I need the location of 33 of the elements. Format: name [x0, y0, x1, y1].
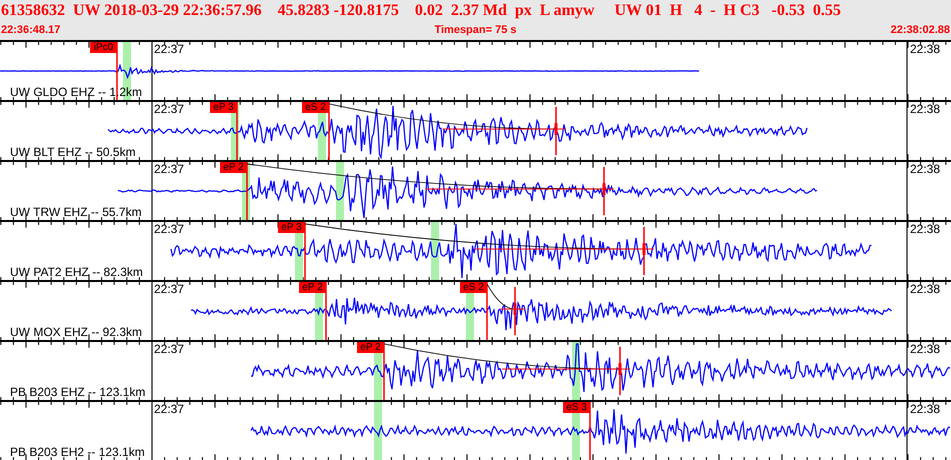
time-label: 22:37: [154, 103, 184, 116]
time-label: 22:38: [910, 343, 940, 356]
pick-label[interactable]: eS 2: [460, 282, 487, 293]
time-label: 22:38: [910, 403, 940, 416]
pick-label[interactable]: eS 2: [302, 102, 329, 113]
station-label: PB B203 EH2 -- 123.1km: [10, 446, 145, 459]
pick-label[interactable]: eP 3: [210, 102, 237, 113]
pick-label[interactable]: eP 2: [220, 162, 247, 173]
timespan-label: Timespan= 75 s: [434, 23, 517, 38]
time-label: 22:37: [154, 403, 184, 416]
end-time: 22:38:02.88: [890, 23, 950, 38]
start-time: 22:36:48.17: [1, 23, 60, 38]
time-label: 22:37: [154, 223, 184, 236]
event-summary: 61358632 UW 2018-03-29 22:36:57.96 45.8283 -120.8175 0.02 2.37 Md px L amyw UW 01 H 4 - H C3 -0.53 0.55: [0, 1, 842, 21]
pick-label[interactable]: eS 3: [563, 402, 590, 413]
time-label: 22:37: [154, 343, 184, 356]
station-label: UW MOX EHZ -- 92.3km: [10, 326, 142, 339]
time-label: 22:38: [910, 163, 940, 176]
station-label: UW TRW EHZ -- 55.7km: [10, 206, 142, 219]
time-label: 22:37: [154, 283, 184, 296]
time-label: 22:38: [910, 223, 940, 236]
time-label: 22:38: [910, 103, 940, 116]
pick-label[interactable]: eP 3: [278, 222, 305, 233]
time-label: 22:38: [910, 43, 940, 56]
time-label: 22:37: [154, 43, 184, 56]
time-label: 22:38: [910, 283, 940, 296]
time-label: 22:37: [154, 163, 184, 176]
station-label: PB B203 EHZ -- 123.1km: [10, 386, 146, 399]
pick-label[interactable]: iPc0: [90, 42, 117, 53]
pick-label[interactable]: eP 2: [299, 282, 326, 293]
station-label: UW PAT2 EHZ -- 82.3km: [10, 266, 143, 279]
pick-label[interactable]: eP 2: [357, 342, 384, 353]
station-label: UW BLT EHZ -- 50.5km: [10, 146, 136, 159]
